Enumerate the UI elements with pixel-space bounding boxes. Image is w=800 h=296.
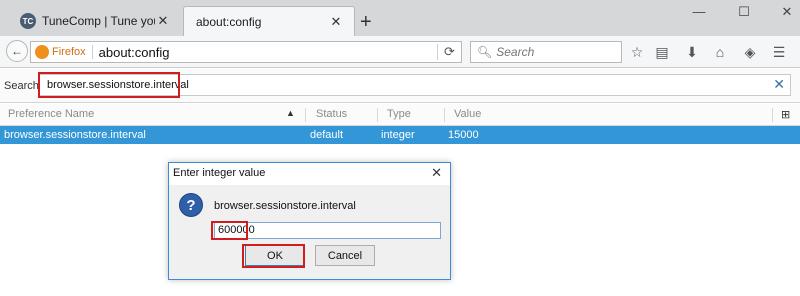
tab-title: about:config xyxy=(196,14,262,29)
divider xyxy=(91,45,93,59)
table-row[interactable]: browser.sessionstore.interval default in… xyxy=(0,126,800,144)
highlight-box xyxy=(211,221,248,240)
pref-type-cell: integer xyxy=(381,129,415,141)
tunecomp-favicon-icon: TC xyxy=(20,13,36,29)
cancel-button[interactable]: Cancel xyxy=(315,245,375,266)
url-bar[interactable]: Firefox about:config ⟳ xyxy=(30,41,462,63)
search-bar[interactable]: 🔍︎ xyxy=(470,41,622,63)
pocket-icon[interactable]: ◈ xyxy=(741,44,759,61)
search-input[interactable] xyxy=(496,45,617,59)
reading-list-icon[interactable]: ▤ xyxy=(653,44,671,61)
dialog-close-icon[interactable]: ✕ xyxy=(431,165,442,181)
column-header-value[interactable]: Value xyxy=(454,108,481,120)
menu-icon[interactable]: ☰ xyxy=(770,44,788,61)
tab-strip: TC TuneComp | Tune your de ✕ about:confi… xyxy=(0,0,800,36)
column-header-name[interactable]: Preference Name xyxy=(8,108,94,120)
question-icon: ? xyxy=(179,193,203,217)
close-tab-icon[interactable]: ✕ xyxy=(155,13,171,29)
column-divider[interactable] xyxy=(377,108,378,122)
column-divider[interactable] xyxy=(444,108,445,122)
column-header-row: Preference Name ▲ Status Type Value ⊞ xyxy=(0,104,800,126)
dialog-title: Enter integer value xyxy=(173,167,266,179)
tab-about-config[interactable]: about:config ✕ xyxy=(183,6,355,36)
column-header-type[interactable]: Type xyxy=(387,108,411,120)
clear-filter-icon[interactable]: ✕ xyxy=(773,76,785,93)
dialog-titlebar: Enter integer value ✕ xyxy=(169,163,450,185)
bookmark-star-icon[interactable]: ☆ xyxy=(628,44,646,61)
sort-ascending-icon[interactable]: ▲ xyxy=(286,108,295,118)
back-arrow-icon[interactable]: ← xyxy=(6,40,28,62)
dialog-message: browser.sessionstore.interval xyxy=(214,200,356,212)
new-tab-icon[interactable]: + xyxy=(360,12,372,32)
close-tab-icon[interactable]: ✕ xyxy=(328,14,344,30)
identity-label: Firefox xyxy=(52,46,86,58)
tab-title: TuneComp | Tune your de xyxy=(42,14,155,28)
search-icon: 🔍︎ xyxy=(477,45,493,59)
close-window-icon[interactable]: ✕ xyxy=(776,4,798,20)
home-icon[interactable]: ⌂ xyxy=(711,44,729,60)
tab-tunecomp[interactable]: TC TuneComp | Tune your de ✕ xyxy=(6,6,181,36)
column-divider[interactable] xyxy=(772,108,773,122)
highlight-box xyxy=(242,244,305,268)
pref-status-cell: default xyxy=(310,129,344,141)
navigation-bar: ← Firefox about:config ⟳ 🔍︎ ☆ ▤ ⬇ ⌂ ◈ ☰ xyxy=(0,36,800,68)
maximize-icon[interactable]: ☐ xyxy=(733,4,755,20)
column-divider[interactable] xyxy=(305,108,306,122)
url-text[interactable]: about:config xyxy=(99,45,437,60)
firefox-logo-icon xyxy=(35,45,49,59)
reload-icon[interactable]: ⟳ xyxy=(437,44,461,60)
download-icon[interactable]: ⬇ xyxy=(683,44,701,61)
highlight-box xyxy=(38,72,180,98)
integer-value-input[interactable]: 600000 xyxy=(214,222,441,239)
pref-value-cell: 15000 xyxy=(448,129,479,141)
pref-name-cell: browser.sessionstore.interval xyxy=(4,129,146,141)
filter-label: Search: xyxy=(4,80,42,92)
column-picker-icon[interactable]: ⊞ xyxy=(781,108,790,121)
column-header-status[interactable]: Status xyxy=(316,108,347,120)
minimize-icon[interactable]: — xyxy=(688,4,710,19)
